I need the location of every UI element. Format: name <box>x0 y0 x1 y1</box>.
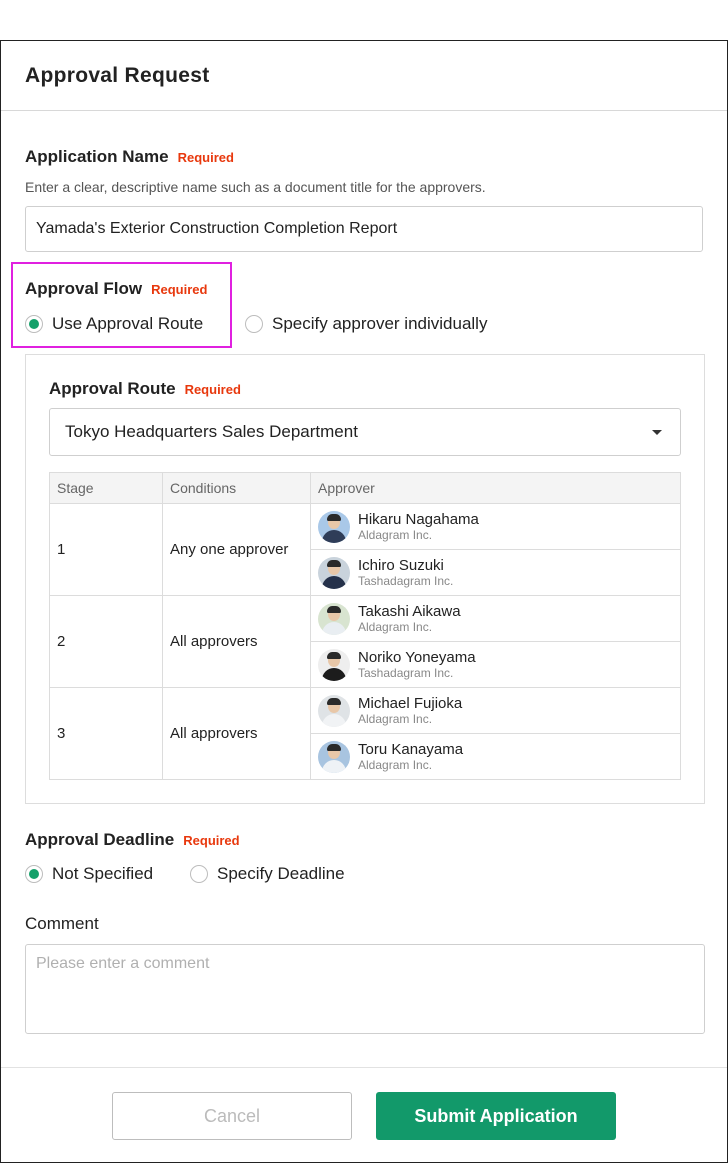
approver-item: Takashi Aikawa Aldagram Inc. <box>311 596 680 641</box>
approval-deadline-label: Approval Deadline Required <box>25 830 240 850</box>
approval-flow-label: Approval Flow Required <box>25 279 207 299</box>
dialog-title: Approval Request <box>25 63 210 87</box>
approval-route-table: Stage Conditions Approver 1 Any one appr… <box>49 472 681 780</box>
condition-cell: Any one approver <box>162 503 311 596</box>
approver-company: Aldagram Inc. <box>358 757 433 772</box>
radio-label: Specify Deadline <box>217 864 345 883</box>
cancel-button[interactable]: Cancel <box>112 1092 352 1140</box>
column-header-stage: Stage <box>49 472 163 504</box>
application-name-hint: Enter a clear, descriptive name such as … <box>25 179 486 195</box>
application-name-title: Application Name <box>25 147 169 166</box>
stage-cell: 1 <box>49 503 163 596</box>
approver-item: Hikaru Nagahama Aldagram Inc. <box>311 504 680 549</box>
submit-application-button[interactable]: Submit Application <box>376 1092 616 1140</box>
approver-item: Noriko Yoneyama Tashadagram Inc. <box>311 641 680 687</box>
approval-route-title: Approval Route <box>49 379 176 398</box>
dialog-footer: Cancel Submit Application <box>1 1067 727 1163</box>
approver-company: Aldagram Inc. <box>358 527 433 542</box>
approver-item: Michael Fujioka Aldagram Inc. <box>311 688 680 733</box>
comment-textarea[interactable] <box>25 944 705 1034</box>
table-row: 3 All approvers Michael Fujioka Aldagram… <box>49 687 681 780</box>
stage-cell: 3 <box>49 687 163 780</box>
avatar <box>318 694 350 727</box>
radio-specify-approver[interactable]: Specify approver individually <box>245 314 487 334</box>
approver-item: Toru Kanayama Aldagram Inc. <box>311 733 680 779</box>
avatar <box>318 740 350 773</box>
comment-label: Comment <box>25 914 99 933</box>
condition-cell: All approvers <box>162 687 311 780</box>
radio-selected-icon[interactable] <box>25 865 43 883</box>
table-header-row: Stage Conditions Approver <box>49 472 681 504</box>
table-row: 1 Any one approver Hikaru Nagahama Aldag… <box>49 503 681 596</box>
approver-name: Noriko Yoneyama <box>358 648 476 666</box>
approver-company: Aldagram Inc. <box>358 619 433 634</box>
avatar <box>318 556 350 589</box>
required-badge: Required <box>151 282 208 297</box>
radio-label: Use Approval Route <box>52 314 204 333</box>
radio-specify-deadline[interactable]: Specify Deadline <box>190 864 345 884</box>
avatar <box>318 510 350 543</box>
approver-cell: Hikaru Nagahama Aldagram Inc. Ichiro Suz… <box>310 503 681 596</box>
radio-not-specified[interactable]: Not Specified <box>25 864 153 884</box>
approver-cell: Michael Fujioka Aldagram Inc. Toru Kanay… <box>310 687 681 780</box>
application-name-label: Application Name Required <box>25 147 234 167</box>
dialog-header: Approval Request <box>1 41 727 111</box>
radio-unselected-icon[interactable] <box>245 315 263 333</box>
approver-company: Tashadagram Inc. <box>358 665 454 680</box>
column-header-approver: Approver <box>310 472 681 504</box>
approver-company: Tashadagram Inc. <box>358 573 454 588</box>
stage-cell: 2 <box>49 595 163 688</box>
required-badge: Required <box>183 833 240 848</box>
approval-flow-title: Approval Flow <box>25 279 143 298</box>
approver-name: Ichiro Suzuki <box>358 556 444 574</box>
approval-flow-highlight <box>11 262 232 348</box>
approval-route-panel: Approval Route Required Tokyo Headquarte… <box>25 354 705 804</box>
approver-cell: Takashi Aikawa Aldagram Inc. Noriko Yone… <box>310 595 681 688</box>
column-header-conditions: Conditions <box>162 472 311 504</box>
approval-route-select[interactable]: Tokyo Headquarters Sales Department <box>49 408 681 456</box>
approval-deadline-title: Approval Deadline <box>25 830 175 849</box>
avatar <box>318 648 350 681</box>
approver-item: Ichiro Suzuki Tashadagram Inc. <box>311 549 680 595</box>
approver-name: Hikaru Nagahama <box>358 510 479 528</box>
required-badge: Required <box>177 150 234 165</box>
radio-selected-icon[interactable] <box>25 315 43 333</box>
condition-cell: All approvers <box>162 595 311 688</box>
approval-route-selected-value: Tokyo Headquarters Sales Department <box>65 422 358 441</box>
radio-label: Specify approver individually <box>272 314 488 333</box>
approver-name: Toru Kanayama <box>358 740 464 758</box>
radio-use-approval-route[interactable]: Use Approval Route <box>25 314 203 334</box>
avatar <box>318 602 350 635</box>
approval-route-label: Approval Route Required <box>49 379 241 399</box>
approver-name: Michael Fujioka <box>358 694 463 712</box>
radio-label: Not Specified <box>52 864 154 883</box>
approver-name: Takashi Aikawa <box>358 602 461 620</box>
radio-unselected-icon[interactable] <box>190 865 208 883</box>
required-badge: Required <box>184 382 241 397</box>
application-name-input[interactable] <box>25 206 703 252</box>
table-row: 2 All approvers Takashi Aikawa Aldagram … <box>49 595 681 688</box>
chevron-down-icon[interactable] <box>652 430 662 435</box>
approver-company: Aldagram Inc. <box>358 711 433 726</box>
approval-request-dialog: Approval Request Application Name Requir… <box>0 40 728 1163</box>
